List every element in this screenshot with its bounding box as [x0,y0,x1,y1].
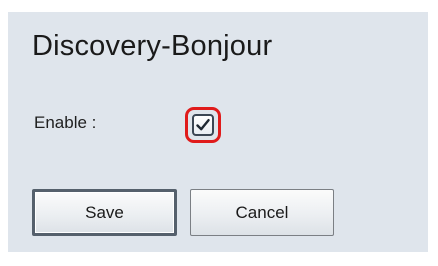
page-title: Discovery-Bonjour [32,30,273,62]
bonjour-panel: Discovery-Bonjour Enable : Save Cancel [0,0,438,266]
cancel-button[interactable]: Cancel [190,189,334,236]
enable-label: Enable : [34,113,97,132]
save-button[interactable]: Save [32,189,177,236]
enable-checkbox[interactable] [192,114,214,136]
checkmark-icon [196,119,210,131]
